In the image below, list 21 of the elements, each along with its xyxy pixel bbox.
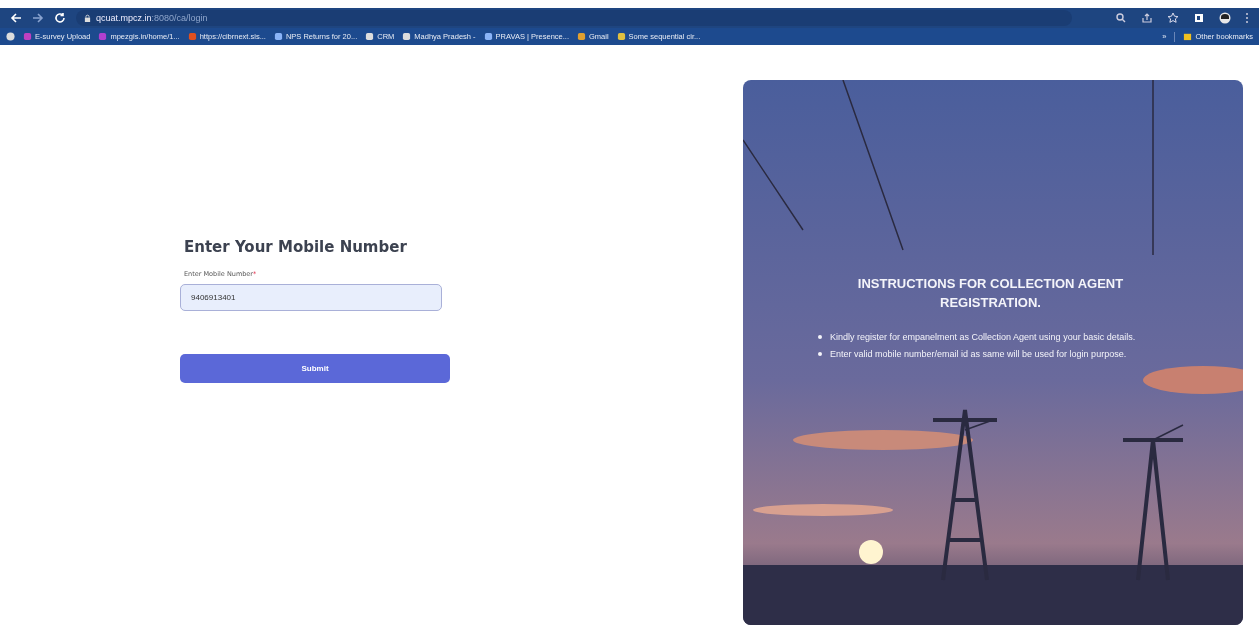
back-icon[interactable] <box>10 12 22 24</box>
profile-icon[interactable] <box>1219 12 1231 24</box>
form-title: Enter Your Mobile Number <box>184 237 408 256</box>
forward-icon[interactable] <box>32 12 44 24</box>
bullet-icon <box>818 334 822 339</box>
zoom-icon[interactable] <box>1115 12 1127 24</box>
bullet-icon <box>818 351 822 356</box>
instruction-text: Kindly register for empanelment as Collection Agent using your basic details. <box>830 330 1136 344</box>
submit-button[interactable]: Submit <box>180 353 450 383</box>
address-bar[interactable]: qcuat.mpcz.in:8080/ca/login <box>76 10 1072 26</box>
star-icon[interactable] <box>1167 12 1179 24</box>
instructions-title: INSTRUCTIONS FOR COLLECTION AGENT REGISTRATION. <box>856 275 1125 312</box>
extension-icon[interactable] <box>1193 12 1205 24</box>
mobile-number-field[interactable]: 9406913401 <box>180 283 442 311</box>
url-text: qcuat.mpcz.in:8080/ca/login <box>96 13 208 23</box>
folder-icon <box>1183 32 1193 41</box>
lock-icon <box>84 13 91 23</box>
reload-icon[interactable] <box>54 12 66 24</box>
instruction-text: Enter valid mobile number/email id as same will be used for login purpose. <box>830 347 1127 361</box>
menu-icon[interactable] <box>1245 12 1249 24</box>
share-icon[interactable] <box>1141 12 1153 24</box>
